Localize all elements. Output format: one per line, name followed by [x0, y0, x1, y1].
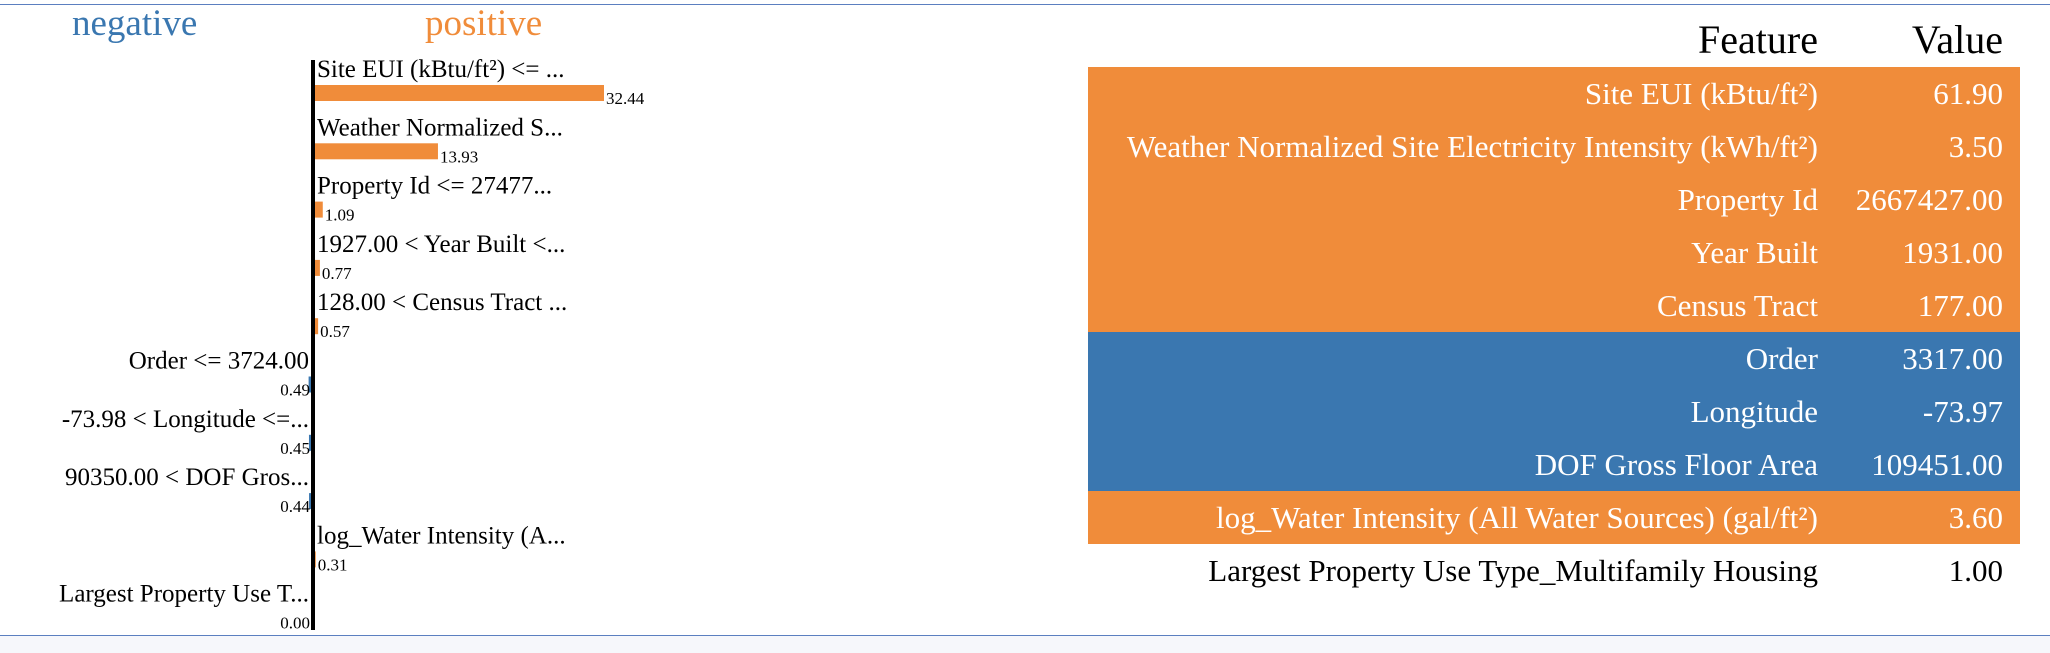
feature-cell: Year Built	[1691, 235, 1818, 270]
value-label: 0.00	[280, 614, 310, 633]
table-row: Property Id 2667427.00	[1088, 173, 2020, 226]
feature-cell: DOF Gross Floor Area	[1534, 447, 1818, 482]
feature-cell: Census Tract	[1656, 288, 1818, 323]
feature-cell: Longitude	[1690, 394, 1818, 429]
feature-cell: Largest Property Use Type_Multifamily Ho…	[1208, 553, 1818, 588]
value-cell: 177.00	[1917, 288, 2003, 323]
bar	[313, 143, 438, 160]
value-label: 0.77	[322, 264, 352, 283]
value-label: 13.93	[440, 147, 478, 166]
table-row: Census Tract 177.00	[1088, 279, 2020, 332]
table-row: log_Water Intensity (All Water Sources) …	[1088, 491, 2020, 544]
table-header: Feature Value	[1088, 12, 2020, 67]
feature-cell: Order	[1745, 341, 1818, 376]
feature-value-table: Feature Value Site EUI (kBtu/ft²) 61.90 We…	[1088, 12, 2020, 597]
category-label: 128.00 < Census Tract ...	[317, 289, 567, 316]
category-label: 1927.00 < Year Built <...	[317, 231, 565, 258]
value-label: 0.45	[280, 439, 310, 458]
table-row: DOF Gross Floor Area 109451.00	[1088, 438, 2020, 491]
value-label: 0.49	[280, 381, 310, 400]
value-cell: 109451.00	[1871, 447, 2003, 482]
category-label: 90350.00 < DOF Gros...	[65, 464, 309, 491]
category-label: Property Id <= 27477...	[317, 173, 552, 200]
feature-cell: Property Id	[1677, 182, 1818, 217]
value-cell: 1931.00	[1902, 235, 2003, 270]
category-label: Order <= 3724.00	[129, 348, 309, 375]
category-label: -73.98 < Longitude <=...	[62, 406, 309, 433]
value-label: 1.09	[325, 206, 355, 225]
value-label: 32.44	[606, 89, 645, 108]
value-cell: 3.50	[1948, 129, 2003, 164]
value-cell: 1.00	[1948, 553, 2003, 588]
table-row: Longitude -73.97	[1088, 385, 2020, 438]
bar	[313, 85, 604, 101]
feature-column-header: Feature	[1698, 17, 1818, 62]
category-label: Largest Property Use T...	[59, 581, 309, 608]
value-column-header: Value	[1911, 17, 2003, 62]
table-row: Largest Property Use Type_Multifamily Ho…	[1088, 544, 2020, 597]
feature-contribution-chart: Site EUI (kBtu/ft²) <= ... 32.44 Weather N…	[59, 56, 645, 633]
feature-cell: Site EUI (kBtu/ft²)	[1584, 76, 1818, 111]
category-label: log_Water Intensity (A...	[317, 522, 566, 549]
value-label: 0.57	[320, 322, 350, 341]
category-label: Site EUI (kBtu/ft²) <= ...	[317, 56, 564, 83]
table-row: Site EUI (kBtu/ft²) 61.90	[1088, 67, 2020, 120]
value-cell: 3.60	[1948, 500, 2003, 535]
value-cell: 61.90	[1933, 76, 2003, 111]
table-row: Order 3317.00	[1088, 332, 2020, 385]
value-label: 0.31	[318, 555, 348, 574]
value-cell: 2667427.00	[1855, 182, 2003, 217]
value-cell: 3317.00	[1902, 341, 2003, 376]
zero-axis-line	[311, 60, 315, 630]
value-cell: -73.97	[1922, 394, 2003, 429]
table-body: Site EUI (kBtu/ft²) 61.90 Weather Normaliz…	[1088, 67, 2020, 597]
value-label: 0.44	[280, 497, 310, 516]
table-row: Year Built 1931.00	[1088, 226, 2020, 279]
bottom-rule	[0, 635, 2050, 653]
feature-cell: Weather Normalized Site Electricity Inte…	[1126, 129, 1818, 164]
category-label: Weather Normalized S...	[317, 114, 563, 141]
feature-cell: log_Water Intensity (All Water Sources) …	[1215, 500, 1818, 535]
table-row: Weather Normalized Site Electricity Inte…	[1088, 120, 2020, 173]
